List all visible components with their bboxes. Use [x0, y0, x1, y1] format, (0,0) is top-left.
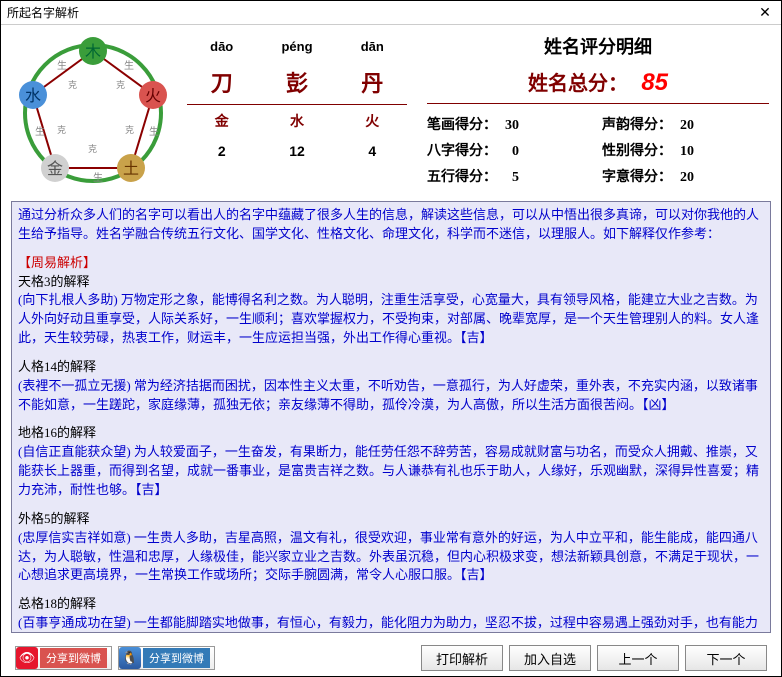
analysis-para: 总格18的解释 (百事亨通成功在望) 一生都能脚踏实地做事，有恒心，有毅力，能化… — [18, 595, 764, 633]
svg-text:生: 生 — [124, 59, 134, 72]
weibo-icon: 👁 — [16, 647, 38, 669]
stroke-1: 12 — [256, 137, 337, 165]
svg-text:克: 克 — [88, 144, 97, 154]
score-item: 字意得分：20 — [602, 166, 769, 186]
char-1: 彭 — [256, 60, 337, 105]
char-0: 刀 — [187, 60, 256, 105]
analysis-para: 【周易解析】 天格3的解释 (向下扎根人多助) 万物定形之象，能博得名利之数。为… — [18, 254, 764, 348]
score-item: 笔画得分：30 — [427, 114, 594, 134]
score-item: 五行得分：5 — [427, 166, 594, 186]
score-item: 性别得分：10 — [602, 140, 769, 160]
score-header: 姓名评分明细 — [427, 33, 769, 59]
top-section: 木 火 土 金 水 生 生 生 生 生 克 克 克 克 克 dāo péng d… — [1, 25, 781, 197]
pinyin-1: péng — [256, 33, 337, 60]
pinyin-2: dān — [338, 33, 407, 60]
element-2: 火 — [338, 105, 407, 138]
pinyin-0: dāo — [187, 33, 256, 60]
char-2: 丹 — [338, 60, 407, 105]
score-item: 声韵得分：20 — [602, 114, 769, 134]
name-table: dāo péng dān 刀 彭 丹 金 水 火 2 12 4 — [187, 33, 407, 193]
element-0: 金 — [187, 105, 256, 138]
next-button[interactable]: 下一个 — [685, 645, 767, 671]
share-tencent-button[interactable]: 🐧 分享到微博 — [118, 646, 215, 670]
share-weibo-button[interactable]: 👁 分享到微博 — [15, 646, 112, 670]
window-title: 所起名字解析 — [3, 4, 79, 21]
bottom-bar: 👁 分享到微博 🐧 分享到微博 打印解析 加入自选 上一个 下一个 — [1, 639, 781, 677]
total-score-row: 姓名总分： 85 — [427, 67, 769, 104]
analysis-para: 外格5的解释 (忠厚信实吉祥如意) 一生贵人多助，吉星高照，温文有礼，很受欢迎，… — [18, 510, 764, 585]
close-icon[interactable]: ✕ — [751, 4, 779, 22]
svg-text:克: 克 — [68, 80, 77, 90]
element-1: 水 — [256, 105, 337, 138]
svg-text:木: 木 — [85, 43, 101, 61]
stroke-0: 2 — [187, 137, 256, 165]
score-item: 八字得分：0 — [427, 140, 594, 160]
svg-text:水: 水 — [25, 87, 41, 105]
window-titlebar: 所起名字解析 ✕ — [1, 1, 781, 25]
svg-text:克: 克 — [57, 125, 66, 135]
total-value: 85 — [641, 69, 668, 96]
intro-text: 通过分析众多人们的名字可以看出人的名字中蕴藏了很多人生的信息，解读这些信息，可以… — [18, 206, 764, 244]
five-elements-diagram: 木 火 土 金 水 生 生 生 生 生 克 克 克 克 克 — [13, 33, 175, 193]
analysis-text-box[interactable]: 通过分析众多人们的名字可以看出人的名字中蕴藏了很多人生的信息，解读这些信息，可以… — [11, 201, 771, 633]
svg-text:克: 克 — [116, 80, 125, 90]
svg-text:土: 土 — [123, 160, 139, 178]
print-button[interactable]: 打印解析 — [421, 645, 503, 671]
stroke-2: 4 — [338, 137, 407, 165]
svg-text:生: 生 — [149, 125, 159, 138]
svg-text:生: 生 — [35, 125, 45, 138]
svg-text:克: 克 — [125, 125, 134, 135]
qq-icon: 🐧 — [119, 647, 141, 669]
svg-text:生: 生 — [57, 59, 67, 72]
add-button[interactable]: 加入自选 — [509, 645, 591, 671]
analysis-para: 地格16的解释 (自信正直能获众望) 为人较爱面子，一生奋发，有果断力，能任劳任… — [18, 424, 764, 499]
svg-text:金: 金 — [47, 160, 63, 178]
prev-button[interactable]: 上一个 — [597, 645, 679, 671]
total-label: 姓名总分： — [528, 73, 628, 95]
svg-text:火: 火 — [145, 88, 161, 105]
analysis-para: 人格14的解释 (表裡不一孤立无援) 常为经济拮据而困扰，因本性主义太重，不听劝… — [18, 358, 764, 415]
svg-text:生: 生 — [93, 171, 103, 184]
score-section: 姓名评分明细 姓名总分： 85 笔画得分：30 声韵得分：20 八字得分：0 性… — [407, 33, 769, 193]
